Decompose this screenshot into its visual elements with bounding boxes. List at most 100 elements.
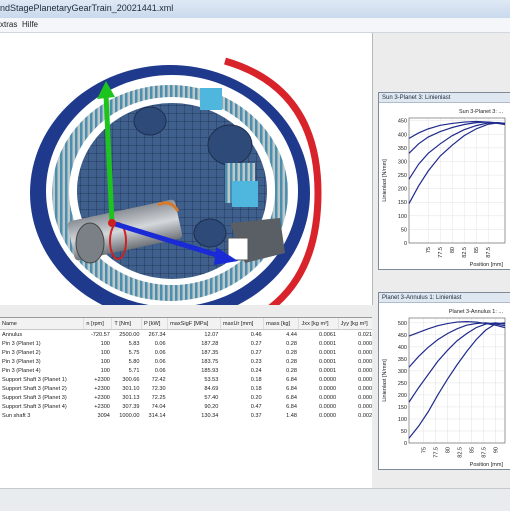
column-header[interactable]: mass [kg] [263, 318, 300, 330]
table-cell: 0.0000 [319, 385, 337, 392]
table-row[interactable]: Annulus -720.57 2500.00 267.34 12.07 0.46 4.44… [0, 330, 372, 340]
table-row[interactable]: Sun shaft 3 3094 1000.00 314.14 130.34 0.37 1.… [0, 411, 372, 420]
table-cell: 3094 [97, 412, 110, 419]
column-header[interactable]: Jxx [kg m²] [298, 318, 339, 330]
column-header[interactable]: maxUr [mm] [220, 318, 265, 330]
y-tick-label: 200 [398, 393, 407, 399]
table-cell: 0.0004 [358, 358, 372, 365]
column-header[interactable]: n [rpm] [83, 318, 113, 330]
table-cell: 57.40 [204, 394, 219, 401]
table-cell: 0.28 [286, 340, 297, 347]
column-header[interactable]: Jyy [kg m²] [338, 318, 372, 330]
table-cell: Pin 3 (Planet 4) [2, 367, 41, 374]
y-tick-label: 100 [398, 417, 407, 423]
table-cell: 12.07 [204, 331, 219, 338]
table-cell: 5.75 [128, 349, 140, 356]
table-cell: 307.39 [122, 403, 140, 410]
table-cell: 0.0000 [319, 403, 337, 410]
menu-extras[interactable]: xtras [0, 20, 17, 29]
x-tick-label: 87.5 [486, 247, 492, 258]
column-header[interactable]: T [Nm] [111, 318, 142, 330]
y-tick-label: 50 [401, 429, 407, 435]
table-cell: Sun shaft 3 [2, 412, 31, 419]
status-bar [0, 488, 510, 511]
y-tick-label: 300 [398, 159, 407, 165]
table-row[interactable]: Pin 3 (Planet 3) 100 5.80 0.06 183.75 0.23 0.2… [0, 357, 372, 366]
column-header[interactable]: P [kW] [141, 318, 169, 330]
table-cell: +2300 [94, 385, 110, 392]
table-cell: 0.20 [250, 394, 262, 401]
table-cell: 0.06 [154, 349, 166, 356]
table-cell: 187.28 [201, 340, 219, 347]
y-tick-label: 500 [398, 321, 407, 327]
y-tick-label: 400 [398, 132, 407, 138]
x-tick-label: 80 [445, 447, 451, 453]
table-cell: 0.28 [286, 358, 297, 365]
y-tick-label: 350 [398, 146, 407, 152]
table-row[interactable]: Support Shaft 3 (Planet 3) +2300 301.13 72.… [0, 393, 372, 402]
table-cell: +2300 [94, 403, 110, 410]
table-cell: Support Shaft 3 (Planet 2) [2, 385, 67, 392]
x-tick-label: 85 [469, 447, 475, 453]
table-cell: 74.04 [151, 403, 166, 410]
y-tick-label: 350 [398, 357, 407, 363]
x-tick-label: 75 [426, 247, 432, 253]
window-title: ndStagePlanetaryGearTrain_20021441.xml [0, 3, 174, 13]
chart-panel-planet-annulus[interactable]: Planet 3-Annulus 1: Linienlast Planet 3-… [378, 292, 510, 470]
x-tick-label: 82.5 [462, 247, 468, 258]
chart-panel-title: Planet 3-Annulus 1: Linienlast [379, 293, 510, 303]
table-row[interactable]: Support Shaft 3 (Planet 2) +2300 301.10 72.… [0, 384, 372, 393]
table-cell: 0.47 [250, 403, 262, 410]
y-tick-label: 150 [398, 200, 407, 206]
chart-panel-sun-planet[interactable]: Sun 3-Planet 3: Linienlast Sun 3-Planet … [378, 92, 510, 270]
table-cell: 0.0000 [358, 385, 372, 392]
table-row[interactable]: Pin 3 (Planet 2) 100 5.75 0.06 187.35 0.27 0.2… [0, 348, 372, 357]
table-cell: 0.0061 [319, 331, 337, 338]
table-cell: 0.0004 [358, 340, 372, 347]
table-cell: 100 [100, 358, 110, 365]
table-cell: 0.0004 [358, 349, 372, 356]
table-cell: 183.75 [201, 358, 219, 365]
table-cell: 0.28 [286, 349, 297, 356]
table-cell: 72.30 [151, 385, 166, 392]
table-row[interactable]: Pin 3 (Planet 4) 100 5.71 0.06 185.93 0.24 0.2… [0, 366, 372, 375]
table-cell: +2300 [94, 376, 110, 383]
table-cell: Pin 3 (Planet 3) [2, 358, 41, 365]
table-row[interactable]: Pin 3 (Planet 1) 100 5.83 0.06 187.28 0.27 0.2… [0, 339, 372, 348]
table-cell: 314.14 [148, 412, 166, 419]
table-cell: 100 [100, 367, 110, 374]
table-cell: 301.13 [122, 394, 140, 401]
chart-panel-title: Sun 3-Planet 3: Linienlast [379, 93, 510, 103]
table-cell: 6.84 [286, 403, 297, 410]
gear-3d-viewport[interactable] [0, 33, 373, 322]
menu-help[interactable]: Hilfe [22, 20, 38, 29]
table-cell: Pin 3 (Planet 2) [2, 349, 41, 356]
table-cell: 0.0001 [319, 367, 337, 374]
table-cell: 72.42 [151, 376, 166, 383]
table-cell: 300.66 [122, 376, 140, 383]
x-tick-label: 85 [474, 247, 480, 253]
y-tick-label: 100 [398, 214, 407, 220]
title-bar: ndStagePlanetaryGearTrain_20021441.xml [0, 0, 510, 19]
table-cell: Support Shaft 3 (Planet 1) [2, 376, 67, 383]
x-tick-label: 90 [493, 447, 499, 453]
x-tick-label: 82.5 [457, 447, 463, 458]
line-chart-sun-planet: Sun 3-Planet 3: ... 0 50 100 150 200 250 300 350… [382, 109, 506, 268]
x-tick-label: 87.5 [481, 447, 487, 458]
table-cell: 84.69 [204, 385, 219, 392]
column-header[interactable]: Name [0, 318, 85, 330]
table-cell: 0.0000 [358, 403, 372, 410]
table-row[interactable]: Support Shaft 3 (Planet 4) +2300 307.39 74.… [0, 402, 372, 411]
table-cell: Pin 3 (Planet 1) [2, 340, 41, 347]
table-cell: 0.0004 [358, 367, 372, 374]
y-axis-label: Linienlast [N/mm] [382, 359, 388, 402]
table-cell: 1000.00 [119, 412, 140, 419]
column-header[interactable]: maxSigF [MPa] [167, 318, 221, 330]
series-line [408, 121, 506, 154]
table-cell: 6.84 [286, 394, 297, 401]
table-row[interactable]: Support Shaft 3 (Planet 1) +2300 300.66 72.… [0, 375, 372, 384]
results-table-panel: Name n [rpm] T [Nm] P [kW] maxSigF [MPa] maxU… [0, 317, 372, 488]
y-tick-label: 450 [398, 333, 407, 339]
table-cell: -720.57 [90, 331, 110, 338]
table-cell: 0.0000 [319, 412, 337, 419]
